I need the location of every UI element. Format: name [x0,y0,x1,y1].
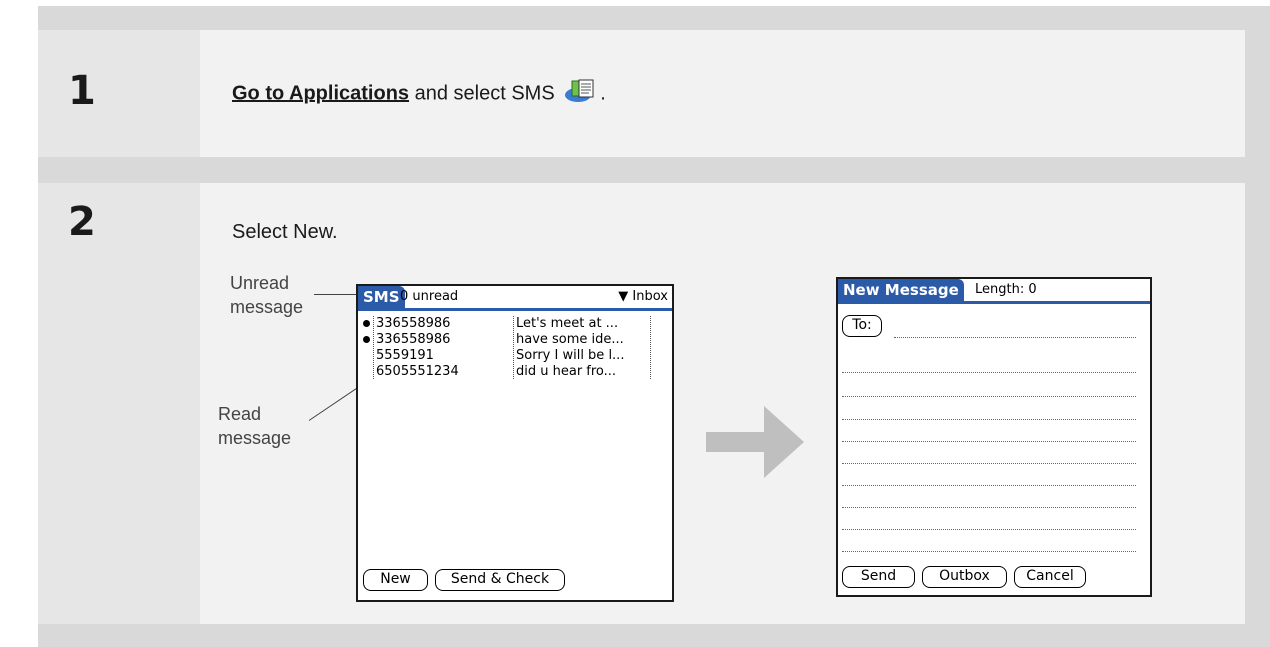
go-to-applications-link[interactable]: Go to Applications [232,82,409,104]
message-row-read[interactable]: 5559191 Sorry I will be l... [358,348,672,363]
message-body-line[interactable] [842,485,1136,486]
message-sender: 6505551234 [373,364,459,379]
folder-picker[interactable]: ▼ Inbox [618,286,668,308]
unread-message-callout: Unread message [230,273,304,317]
message-body-line[interactable] [842,507,1136,508]
outbox-button[interactable]: Outbox [922,566,1007,588]
unread-dot-icon [363,320,370,327]
step-2-number-cell: 2 [38,183,200,624]
step-1-text: and select SMS [409,82,561,105]
message-body-line[interactable] [842,551,1136,552]
step-1-row: 1 Go to Applications and select SMS . [38,30,1245,157]
message-row-unread[interactable]: 336558986 Let's meet at ... [358,316,672,331]
message-body-line[interactable] [842,372,1136,373]
arrow-right-icon [706,406,804,478]
sms-app-tab[interactable]: SMS [358,286,405,308]
unread-leader-line [314,294,356,295]
sms-inbox-screen: SMS 0 unread ▼ Inbox 336558986 Let's mee… [356,284,674,602]
send-button[interactable]: Send [842,566,915,588]
message-row-read[interactable]: 6505551234 did u hear fro... [358,364,672,379]
step-1-period: . [600,82,606,105]
message-sender: 336558986 [373,316,450,331]
message-preview: Let's meet at ... [513,316,651,331]
message-body-line[interactable] [842,419,1136,420]
step-2-instruction: Select New. [232,221,338,243]
unread-dot-icon [363,336,370,343]
new-message-header: New Message Length: 0 [838,279,1150,304]
step-1-content: Go to Applications and select SMS . [200,30,1245,157]
new-button[interactable]: New [363,569,428,591]
length-indicator: Length: 0 [975,282,1037,297]
to-field[interactable] [894,337,1136,338]
message-preview: Sorry I will be l... [513,348,651,363]
message-body-line[interactable] [842,529,1136,530]
message-sender: 5559191 [373,348,434,363]
step-1-instruction: Go to Applications and select SMS . [232,78,606,110]
message-row-unread[interactable]: 336558986 have some ide... [358,332,672,347]
message-preview: have some ide... [513,332,651,347]
step-1-number-cell: 1 [38,30,200,157]
chevron-down-icon: ▼ [618,289,633,304]
folder-label: Inbox [632,289,668,304]
new-message-screen: New Message Length: 0 To: Send Outbox Ca… [836,277,1152,597]
step-1-number: 1 [68,68,96,114]
unread-count: 0 unread [400,289,459,304]
send-and-check-button[interactable]: Send & Check [435,569,565,591]
sms-app-icon [564,78,600,110]
cancel-button[interactable]: Cancel [1014,566,1086,588]
read-message-callout: Read message [218,404,292,448]
sms-header: SMS 0 unread ▼ Inbox [358,286,672,311]
message-body-line[interactable] [842,463,1136,464]
step-2-number: 2 [68,199,96,245]
message-body-line[interactable] [842,441,1136,442]
message-body-line[interactable] [842,396,1136,397]
message-sender: 336558986 [373,332,450,347]
new-message-title[interactable]: New Message [838,279,964,301]
to-button[interactable]: To: [842,315,882,337]
message-preview: did u hear fro... [513,364,651,379]
